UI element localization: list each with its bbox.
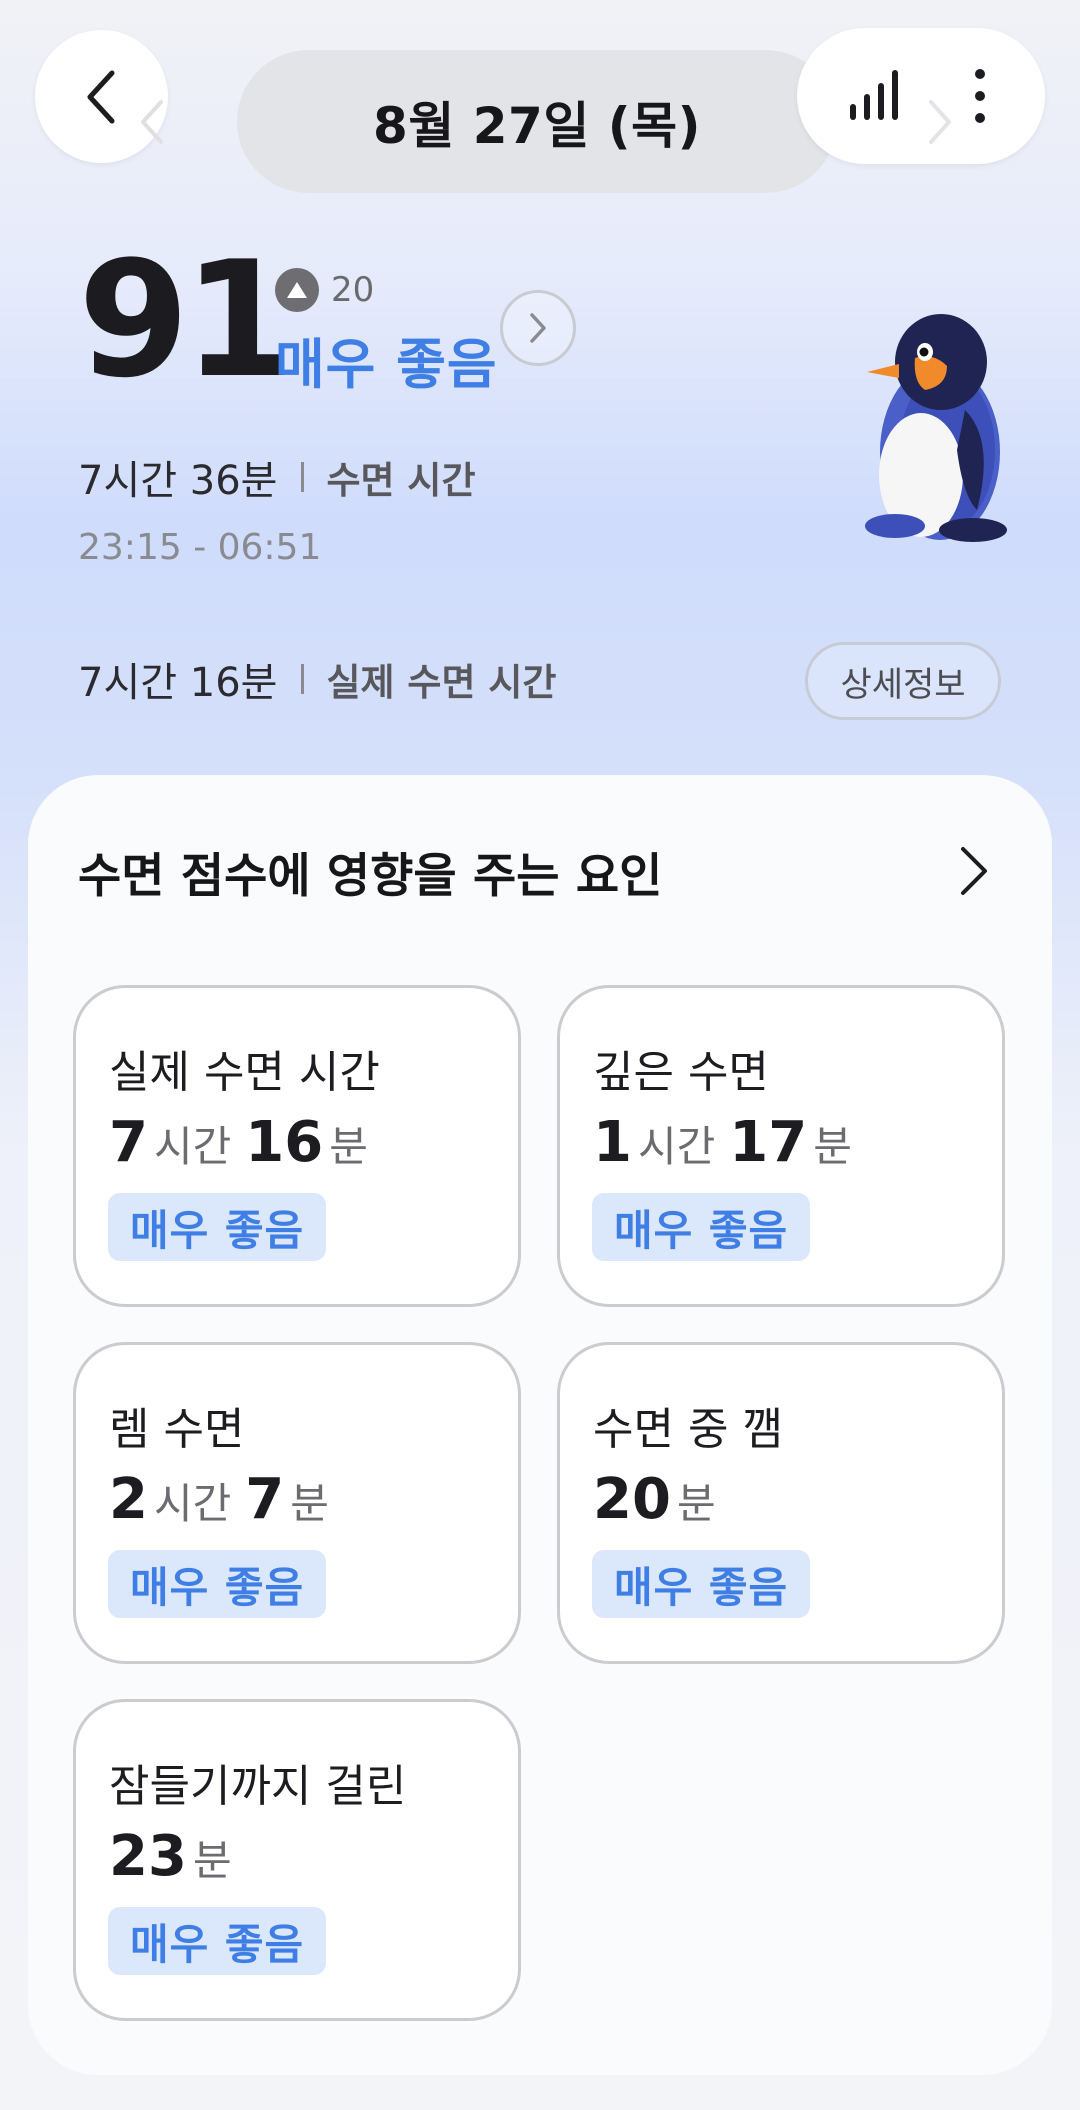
sleep-time-value: 7시간 36분: [78, 458, 278, 504]
rating-badge: 매우 좋음: [108, 1907, 327, 1975]
previous-day-icon[interactable]: [137, 98, 167, 146]
score-rating: 매우 좋음: [275, 333, 498, 396]
rating-badge: 매우 좋음: [592, 1550, 811, 1618]
factor-title: 수면 중 깸: [593, 1404, 783, 1455]
value-number: 7: [109, 1110, 148, 1175]
sleep-time-row: 7시간 36분 수면 시간: [78, 448, 476, 506]
actual-sleep-row: 7시간 16분 실제 수면 시간: [78, 650, 556, 708]
value-unit: 시간: [153, 1122, 232, 1171]
factor-tile-actual-sleep[interactable]: 실제 수면 시간 7 시간 16 분 매우 좋음: [73, 985, 521, 1307]
chevron-left-icon: [87, 70, 114, 123]
divider: [301, 664, 305, 694]
chevron-right-icon: [530, 313, 546, 343]
value-number: 7: [245, 1467, 285, 1532]
value-unit: 시간: [153, 1479, 232, 1528]
factor-value: 20 분: [593, 1467, 730, 1532]
factor-value: 1 시간 17 분: [593, 1110, 866, 1175]
factor-value: 7 시간 16 분: [109, 1110, 382, 1175]
rating-badge: 매우 좋음: [108, 1193, 327, 1261]
value-number: 20: [593, 1467, 671, 1532]
sleep-score: 91: [78, 226, 295, 413]
sleep-time-label: 수면 시간: [326, 459, 476, 502]
value-unit: 분: [676, 1479, 716, 1528]
value-number: 2: [109, 1467, 148, 1532]
sleep-time-range: 23:15 - 06:51: [78, 527, 322, 568]
rating-badge: 매우 좋음: [108, 1550, 327, 1618]
factor-tile-rem-sleep[interactable]: 렘 수면 2 시간 7 분 매우 좋음: [73, 1342, 521, 1664]
actual-sleep-label: 실제 수면 시간: [326, 661, 557, 704]
factor-tile-sleep-latency[interactable]: 잠들기까지 걸린 23 분 매우 좋음: [73, 1699, 521, 2021]
score-delta-value: 20: [331, 270, 375, 310]
factor-title: 깊은 수면: [593, 1047, 769, 1098]
score-info-button[interactable]: [500, 290, 576, 366]
next-day-icon[interactable]: [925, 98, 955, 146]
score-delta: 20: [275, 268, 374, 312]
bar-chart-icon[interactable]: [845, 66, 905, 126]
detail-button[interactable]: 상세정보: [805, 642, 1001, 720]
chevron-right-icon[interactable]: [953, 843, 993, 899]
date-selector[interactable]: 8월 27일 (목): [141, 50, 951, 193]
factor-tile-deep-sleep[interactable]: 깊은 수면 1 시간 17 분 매우 좋음: [557, 985, 1005, 1307]
value-number: 1: [593, 1110, 632, 1175]
factor-value: 23 분: [109, 1824, 246, 1889]
value-unit: 시간: [637, 1122, 716, 1171]
factor-title: 잠들기까지 걸린: [109, 1761, 407, 1812]
factor-title: 실제 수면 시간: [109, 1047, 380, 1098]
rating-badge: 매우 좋음: [592, 1193, 811, 1261]
date-label: 8월 27일 (목): [373, 96, 701, 155]
factor-tile-awake[interactable]: 수면 중 깸 20 분 매우 좋음: [557, 1342, 1005, 1664]
value-unit: 분: [329, 1122, 368, 1171]
value-number: 17: [729, 1110, 808, 1175]
divider: [301, 462, 305, 492]
more-vertical-icon[interactable]: [965, 66, 995, 126]
actual-sleep-value: 7시간 16분: [78, 660, 278, 706]
penguin-mascot-icon: [865, 314, 1007, 542]
toolbar-actions: [797, 28, 1045, 164]
factors-card: 수면 점수에 영향을 주는 요인 실제 수면 시간 7 시간 16 분 매우 좋…: [28, 775, 1052, 2075]
triangle-up-icon: [275, 268, 319, 312]
value-unit: 분: [813, 1122, 852, 1171]
value-number: 23: [109, 1824, 187, 1889]
factor-value: 2 시간 7 분: [109, 1467, 343, 1532]
value-number: 16: [245, 1110, 324, 1175]
value-unit: 분: [192, 1836, 232, 1885]
factors-title: 수면 점수에 영향을 주는 요인: [78, 849, 663, 904]
factor-title: 렘 수면: [109, 1404, 245, 1455]
value-unit: 분: [290, 1479, 329, 1528]
